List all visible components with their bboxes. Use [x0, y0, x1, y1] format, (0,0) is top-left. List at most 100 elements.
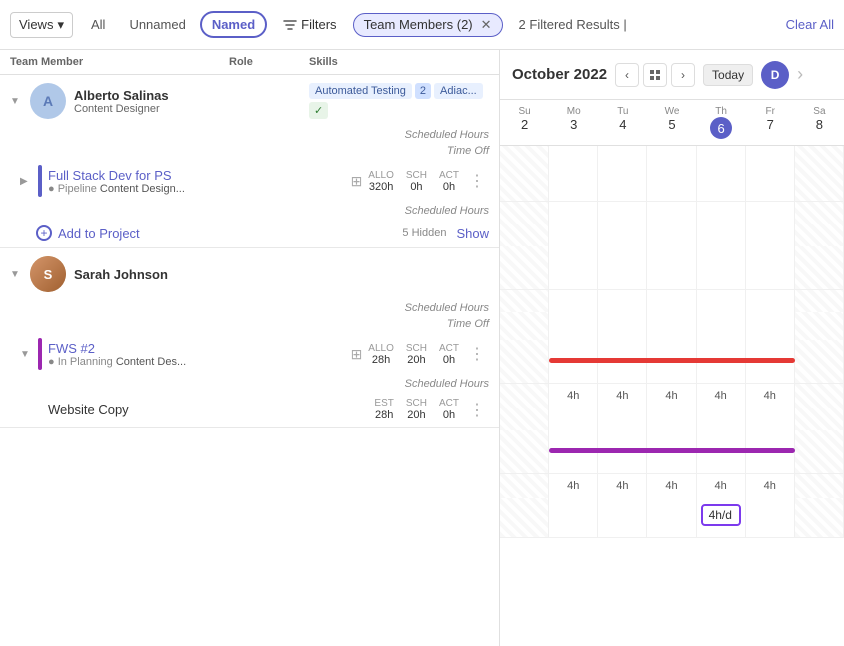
all-filter-tab[interactable]: All [81, 13, 115, 36]
scheduled-hours-label-sarah: Scheduled Hours [36, 302, 489, 314]
day-name-we: We [665, 106, 680, 117]
project-expand-fullstack[interactable]: ▶ [20, 176, 32, 187]
today-button[interactable]: Today [703, 64, 753, 86]
skill-tag-automated-testing: Automated Testing [309, 83, 412, 99]
team-members-filter-chip[interactable]: Team Members (2) ✕ [353, 13, 503, 37]
person-info-sarah: Sarah Johnson [74, 267, 489, 282]
cal-cell-tu-fullstack-sch [598, 290, 647, 312]
doc-icon-fullstack[interactable]: ⊞ [351, 173, 363, 190]
calendar-header: October 2022 ‹ › Today D › [500, 50, 844, 100]
person-section-alberto: ▼ A Alberto Salinas Content Designer Aut… [0, 75, 499, 248]
expand-arrow-sarah[interactable]: ▼ [10, 269, 22, 280]
alberto-time-off-row: Time Off [0, 143, 499, 159]
fws2-sch-th: 4h [697, 474, 746, 498]
est-stat-website-copy: EST 28h [374, 398, 393, 421]
act-value-fullstack: 0h [443, 181, 455, 193]
doc-icon-fws2[interactable]: ⊞ [351, 346, 363, 363]
sarah-gantt-bar [549, 358, 795, 363]
alberto-scheduled-hours-row: Scheduled Hours [0, 127, 499, 143]
person-row-sarah: ▼ S Sarah Johnson [0, 248, 499, 300]
cal-cell-fr-fullstack [746, 246, 795, 290]
more-button-fullstack[interactable]: ⋮ [465, 171, 489, 191]
project-info-fullstack: Full Stack Dev for PS ● Pipeline Content… [48, 168, 345, 195]
unnamed-filter-tab[interactable]: Unnamed [119, 13, 195, 36]
allo-stat-fullstack: ALLO 320h [368, 170, 394, 193]
sch-label-fullstack: SCH [406, 170, 427, 181]
est-value-website-copy: 28h [375, 409, 393, 421]
column-headers: Team Member Role Skills [0, 50, 499, 75]
cal-cell-tu-alberto-timeoff [598, 224, 647, 246]
more-button-fws2[interactable]: ⋮ [465, 344, 489, 364]
close-icon[interactable]: ✕ [481, 17, 492, 33]
views-button[interactable]: Views ▾ [10, 12, 73, 38]
project-expand-fws2[interactable]: ▼ [20, 349, 32, 360]
project-row-website-copy: Website Copy EST 28h SCH 20h ACT 0h [0, 392, 499, 427]
sarah-time-off-row: Time Off [0, 316, 499, 332]
results-count: 2 Filtered Results | [519, 17, 627, 32]
act-label-fullstack: ACT [439, 170, 459, 181]
named-filter-tab[interactable]: Named [200, 11, 267, 38]
cal-row-fws2-sch: 4h 4h 4h 4h 4h [500, 474, 844, 498]
day-num-6: 6 [710, 117, 732, 139]
calendar-nav: ‹ › [615, 63, 695, 87]
act-stat-fws2: ACT 0h [439, 343, 459, 366]
sch-value-website-copy: 20h [407, 409, 425, 421]
project-row-fullstack: ▶ Full Stack Dev for PS ● Pipeline Conte… [0, 159, 499, 203]
filters-button[interactable]: Filters [275, 13, 344, 36]
add-to-project-row[interactable]: + Add to Project 5 Hidden Show [0, 219, 499, 247]
day-num-8: 8 [816, 117, 823, 132]
more-button-website-copy[interactable]: ⋮ [465, 400, 489, 420]
clear-all-button[interactable]: Clear All [786, 17, 834, 32]
fws2-scheduled-hours-row: Scheduled Hours [0, 376, 499, 392]
website-copy-hours-input[interactable]: 4h/d [701, 504, 741, 526]
sarah-gantt-section [500, 340, 844, 384]
day-name-mo: Mo [567, 106, 581, 117]
cal-row-alberto-sch-hours [500, 202, 844, 224]
grid-icon [649, 69, 661, 81]
avatar-sarah: S [30, 256, 66, 292]
day-col-tu: Tu 4 [598, 104, 647, 141]
sarah-sch-mo: 4h [549, 384, 598, 408]
expand-arrow-alberto[interactable]: ▼ [10, 96, 22, 107]
cal-cell-fr-alberto [746, 146, 795, 202]
cal-row-fullstack-sch [500, 290, 844, 312]
act-stat-fullstack: ACT 0h [439, 170, 459, 193]
project-status-fullstack: ● Pipeline [48, 183, 100, 195]
fws2-gantt-bar [549, 448, 795, 453]
next-month-button[interactable]: › [671, 63, 695, 87]
show-hidden-link[interactable]: Show [456, 226, 489, 241]
fws2-sch-tu: 4h [598, 474, 647, 498]
sarah-sch-sa [795, 384, 844, 408]
left-panel: Team Member Role Skills ▼ A Alberto Sali… [0, 50, 500, 646]
sch-label-website-copy: SCH [406, 398, 427, 409]
sarah-scheduled-hours-row: Scheduled Hours [0, 300, 499, 316]
cal-cell-we-alberto-timeoff [647, 224, 696, 246]
cal-cell-we-fullstack-sch [647, 290, 696, 312]
grid-view-button[interactable] [643, 63, 667, 87]
cal-cell-mo-fullstack-sch [549, 290, 598, 312]
role-col-header: Role [229, 56, 309, 68]
project-name-fullstack[interactable]: Full Stack Dev for PS [48, 168, 345, 183]
day-name-th: Th [715, 106, 727, 117]
project-name-fws2[interactable]: FWS #2 [48, 341, 345, 356]
hidden-count: 5 Hidden [402, 227, 446, 239]
add-project-label: Add to Project [58, 226, 140, 241]
sch-stat-fws2: SCH 20h [406, 343, 427, 366]
calendar-content: 4h 4h 4h 4h 4h [500, 146, 844, 646]
views-label: Views [19, 17, 53, 32]
cal-cell-su-fullstack [500, 246, 549, 290]
allo-label-fws2: ALLO [368, 343, 394, 354]
sarah-sch-fr: 4h [746, 384, 795, 408]
cal-cell-tu-alberto [598, 146, 647, 202]
day-num-5: 5 [668, 117, 675, 132]
allo-value-fws2: 28h [372, 354, 390, 366]
sch-stat-fullstack: SCH 0h [406, 170, 427, 193]
filters-label: Filters [301, 17, 336, 32]
day-col-fr: Fr 7 [746, 104, 795, 141]
fws2-sch-fr: 4h [746, 474, 795, 498]
day-num-3: 3 [570, 117, 577, 132]
cal-cell-fr-fullstack-sch [746, 290, 795, 312]
prev-month-button[interactable]: ‹ [615, 63, 639, 87]
cal-cell-we-fullstack [647, 246, 696, 290]
cal-row-alberto-header [500, 146, 844, 202]
